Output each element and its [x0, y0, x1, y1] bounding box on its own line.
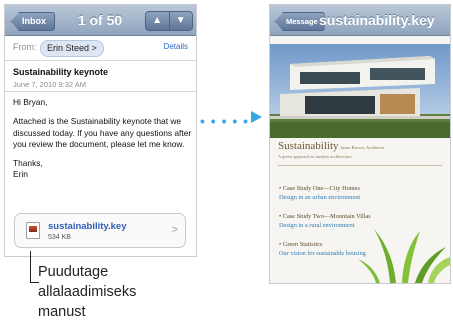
mail-screen: Inbox 1 of 50 ▲ ▼ From: Erin Steed > Det…: [4, 4, 197, 257]
sender-name: Erin Steed: [47, 43, 90, 53]
next-message-icon[interactable]: ▼: [168, 12, 193, 30]
dotted-arrow-icon: • • • • •: [200, 113, 250, 129]
chevron-right-icon: >: [171, 224, 178, 236]
grass-decoration: [358, 229, 450, 283]
callout-line-1: Puudutage: [38, 264, 109, 280]
slide-title-text: Sustainability: [278, 140, 339, 152]
greeting: Hi Bryan,: [13, 97, 48, 107]
message-back-button[interactable]: Message: [275, 12, 325, 31]
message-counter: 1 of 50: [77, 12, 123, 28]
case-heading: • Case Study One—City Homes: [279, 185, 360, 192]
divider: [278, 165, 442, 166]
preview-title: sustainability.key: [319, 12, 435, 28]
inbox-back-button[interactable]: Inbox: [11, 12, 55, 31]
case-subheading: Design in an urban environment: [279, 194, 361, 201]
case-item-1: • Case Study One—City Homes Design in an…: [279, 185, 360, 201]
slide-title: Sustainability Jason Brown, Architects: [278, 140, 384, 152]
previous-message-icon[interactable]: ▲: [146, 12, 169, 30]
sender-chip[interactable]: Erin Steed >: [40, 40, 104, 57]
arrow-head-icon: [251, 111, 262, 123]
slide-subtitle: A green approach to modern architecture: [278, 154, 352, 159]
subject-area: Sustainability keynote June 7, 2010 9:32…: [5, 61, 196, 92]
details-link[interactable]: Details: [164, 42, 188, 51]
message-date: June 7, 2010 9:32 AM: [13, 80, 86, 89]
slide-byline: Jason Brown, Architects: [340, 145, 385, 150]
signature: Erin: [13, 169, 28, 180]
house-photo: [270, 44, 450, 138]
message-nav-arrows: ▲ ▼: [145, 11, 193, 31]
body-paragraph: Attached is the Sustainability keynote t…: [13, 116, 192, 149]
callout-line-2: allalaadimiseks: [38, 284, 137, 300]
closing: Thanks,: [13, 158, 43, 169]
callout-text: Puudutage allalaadimiseks manust: [38, 262, 136, 322]
attachment-preview-screen: Message sustainability.key Sustainabilit…: [269, 4, 451, 284]
attachment-name: sustainability.key: [48, 221, 127, 232]
keynote-file-icon: [26, 222, 40, 239]
message-subject: Sustainability keynote: [13, 67, 109, 77]
mail-nav-bar: Inbox 1 of 50 ▲ ▼: [5, 5, 196, 36]
case-heading: • Case Study Two—Mountain Villas: [279, 213, 371, 220]
from-label: From:: [13, 42, 37, 52]
attachment-item[interactable]: sustainability.key 534 KB >: [14, 213, 186, 248]
preview-nav-bar: Message sustainability.key: [270, 5, 450, 36]
callout-line-3: manust: [38, 304, 86, 320]
from-row: From: Erin Steed > Details: [5, 36, 196, 61]
chevron-right-icon: >: [91, 43, 97, 53]
attachment-size: 534 KB: [48, 234, 71, 241]
message-body: Hi Bryan, Attached is the Sustainability…: [13, 97, 193, 181]
